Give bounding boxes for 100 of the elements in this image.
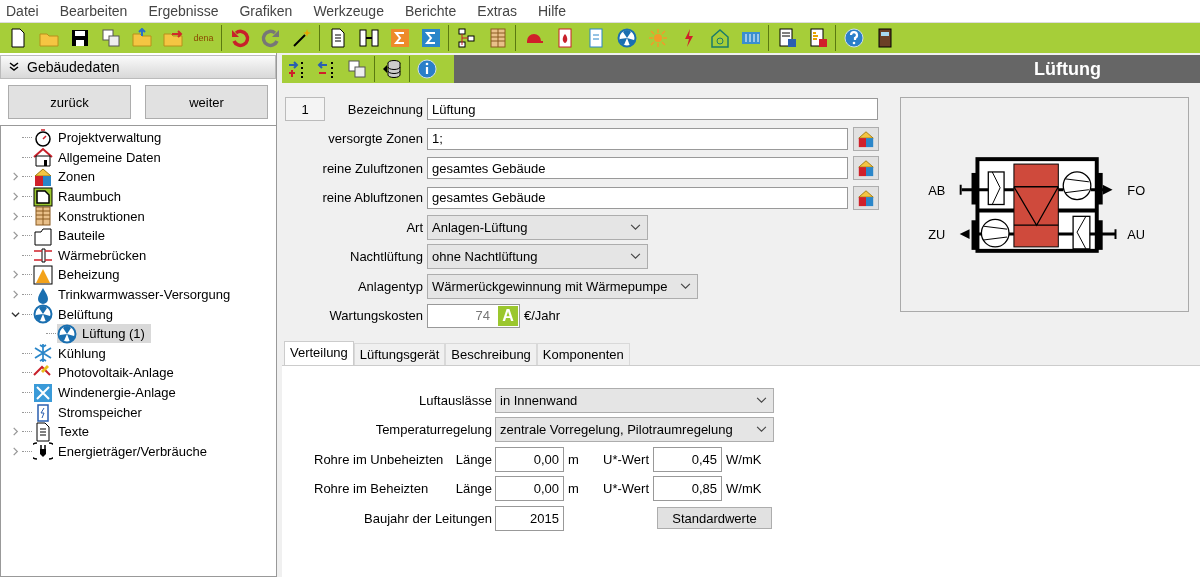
word-document-icon[interactable] — [776, 28, 797, 48]
sigma-icon[interactable] — [389, 28, 410, 48]
tree-item[interactable]: Trinkwarmwasser-Versorgung — [33, 285, 237, 305]
info-icon[interactable] — [417, 59, 437, 79]
menu-item[interactable]: Ergebnisse — [142, 3, 228, 19]
tree-item[interactable]: Lüftung (1) — [57, 324, 151, 344]
sigma-icon[interactable] — [420, 28, 441, 48]
field-label: U*-Wert — [602, 451, 649, 467]
tab[interactable]: Verteilung — [284, 340, 354, 366]
document-icon — [33, 421, 53, 442]
tree-item[interactable]: Energieträger/Verbräuche — [33, 441, 213, 461]
fan-icon[interactable] — [616, 28, 637, 48]
expand-icon[interactable] — [11, 446, 20, 456]
field-label: Wartungskosten — [329, 308, 423, 323]
text-field[interactable]: gesamtes Gebäude — [427, 157, 848, 179]
expand-icon[interactable] — [11, 270, 20, 280]
tree-item[interactable]: Konstruktionen — [33, 206, 151, 226]
nav-button[interactable]: zurück — [8, 85, 131, 119]
expand-icon[interactable] — [11, 290, 20, 300]
unit-label: m — [567, 481, 580, 496]
text-field[interactable]: 1; — [427, 127, 848, 150]
tree-item[interactable]: Beheizung — [33, 265, 126, 285]
database-icon[interactable] — [382, 59, 402, 79]
number-field[interactable]: 0,45 — [653, 446, 722, 472]
folder-upload-icon[interactable] — [131, 28, 152, 48]
number-field[interactable]: 2015 — [495, 505, 564, 531]
tree-item[interactable]: Stromspeicher — [33, 402, 148, 422]
menu-item[interactable]: Extras — [471, 3, 526, 19]
wind-tile-icon — [33, 382, 53, 403]
expand-icon[interactable] — [11, 192, 20, 202]
unit-label: €/Jahr — [524, 308, 561, 323]
number-field[interactable]: 74 A — [427, 303, 520, 328]
number-field[interactable]: 0,00 — [495, 446, 564, 472]
dropdown[interactable]: zentrale Vorregelung, Pilotraumregelung — [495, 417, 774, 442]
tree-item[interactable]: Photovoltaik-Anlage — [33, 363, 180, 383]
floorplan-icon — [33, 186, 53, 207]
field-label: Bezeichnung — [347, 101, 423, 117]
redo-icon[interactable] — [260, 28, 281, 48]
zone-picker-button[interactable] — [853, 185, 879, 210]
caret-icon — [756, 396, 767, 404]
menu-item[interactable]: Datei — [0, 3, 48, 19]
magic-wand-icon[interactable] — [291, 28, 312, 48]
tree-item[interactable]: Allgemeine Daten — [33, 147, 167, 167]
dropdown[interactable]: Wärmerückgewinnung mit Wärmepumpe — [427, 273, 698, 299]
dropdown[interactable]: in Innenwand — [495, 387, 774, 413]
zone-picker-button[interactable] — [853, 156, 879, 180]
dena-button[interactable]: dena — [188, 23, 219, 53]
folder-export-icon[interactable] — [162, 28, 183, 48]
unit-label: m — [567, 451, 580, 467]
field-label: versorgte Zonen — [328, 131, 423, 146]
diagram-label: ZU — [928, 227, 946, 242]
menu-item[interactable]: Hilfe — [532, 3, 575, 19]
defaults-button[interactable]: Standardwerte — [657, 507, 772, 529]
unit-label: W/mK — [725, 481, 762, 496]
number-field[interactable]: 0,00 — [495, 476, 564, 501]
copy-icon[interactable] — [100, 28, 121, 48]
nav-button[interactable]: weiter — [145, 85, 268, 119]
menu-item[interactable]: Grafiken — [233, 3, 302, 19]
split-icon[interactable] — [358, 28, 379, 48]
expand-icon[interactable] — [11, 211, 20, 221]
tree-item[interactable]: Kühlung — [33, 343, 112, 363]
caret-icon — [679, 282, 691, 290]
tree-item[interactable]: Bauteile — [33, 226, 111, 246]
expand-icon[interactable] — [11, 231, 20, 241]
number-field[interactable]: 0,85 — [653, 476, 722, 501]
house-icon — [33, 147, 53, 168]
tree-item[interactable]: Projektverwaltung — [33, 128, 168, 148]
copy-icon[interactable] — [347, 59, 367, 79]
text-field[interactable]: Lüftung — [427, 98, 878, 120]
tree-item[interactable]: Raumbuch — [33, 187, 127, 207]
pdf-document-icon[interactable] — [807, 28, 828, 48]
wall-icon[interactable] — [487, 28, 508, 48]
expand-icon[interactable] — [11, 427, 20, 437]
tree-item[interactable]: Belüftung — [33, 304, 119, 324]
caret-icon — [630, 223, 641, 231]
tab[interactable]: Komponenten — [536, 342, 630, 366]
field-label: Länge — [455, 451, 492, 467]
diagram-label: FO — [1127, 182, 1146, 198]
tree-diagram-icon[interactable] — [456, 28, 477, 48]
menu-item[interactable]: Werkzeuge — [307, 3, 393, 19]
text-field[interactable]: gesamtes Gebäude — [427, 186, 848, 209]
collapse-icon[interactable] — [11, 309, 20, 319]
menu-item[interactable]: Bearbeiten — [53, 3, 137, 19]
save-icon[interactable] — [69, 28, 90, 48]
row-label: Rohre im Beheizten — [314, 481, 429, 496]
undo-icon[interactable] — [229, 28, 250, 48]
tab[interactable]: Beschreibung — [445, 342, 537, 366]
help-icon[interactable] — [843, 28, 864, 48]
fan-icon — [57, 323, 77, 344]
tab[interactable]: Lüftungsgerät — [353, 342, 446, 366]
dropdown[interactable]: Anlagen-Lüftung — [427, 214, 648, 240]
tree-item[interactable]: Zonen — [33, 167, 101, 187]
tree-item[interactable]: Wärmebrücken — [33, 245, 153, 265]
tree-item[interactable]: Texte — [33, 422, 96, 442]
expand-icon[interactable] — [11, 172, 20, 182]
menu-item[interactable]: Berichte — [398, 3, 466, 19]
zone-picker-button[interactable] — [853, 126, 879, 151]
tree-item[interactable]: Windenergie-Anlage — [33, 383, 182, 402]
collapse-icon[interactable] — [9, 62, 19, 72]
dropdown[interactable]: ohne Nachtlüftung — [427, 244, 648, 269]
